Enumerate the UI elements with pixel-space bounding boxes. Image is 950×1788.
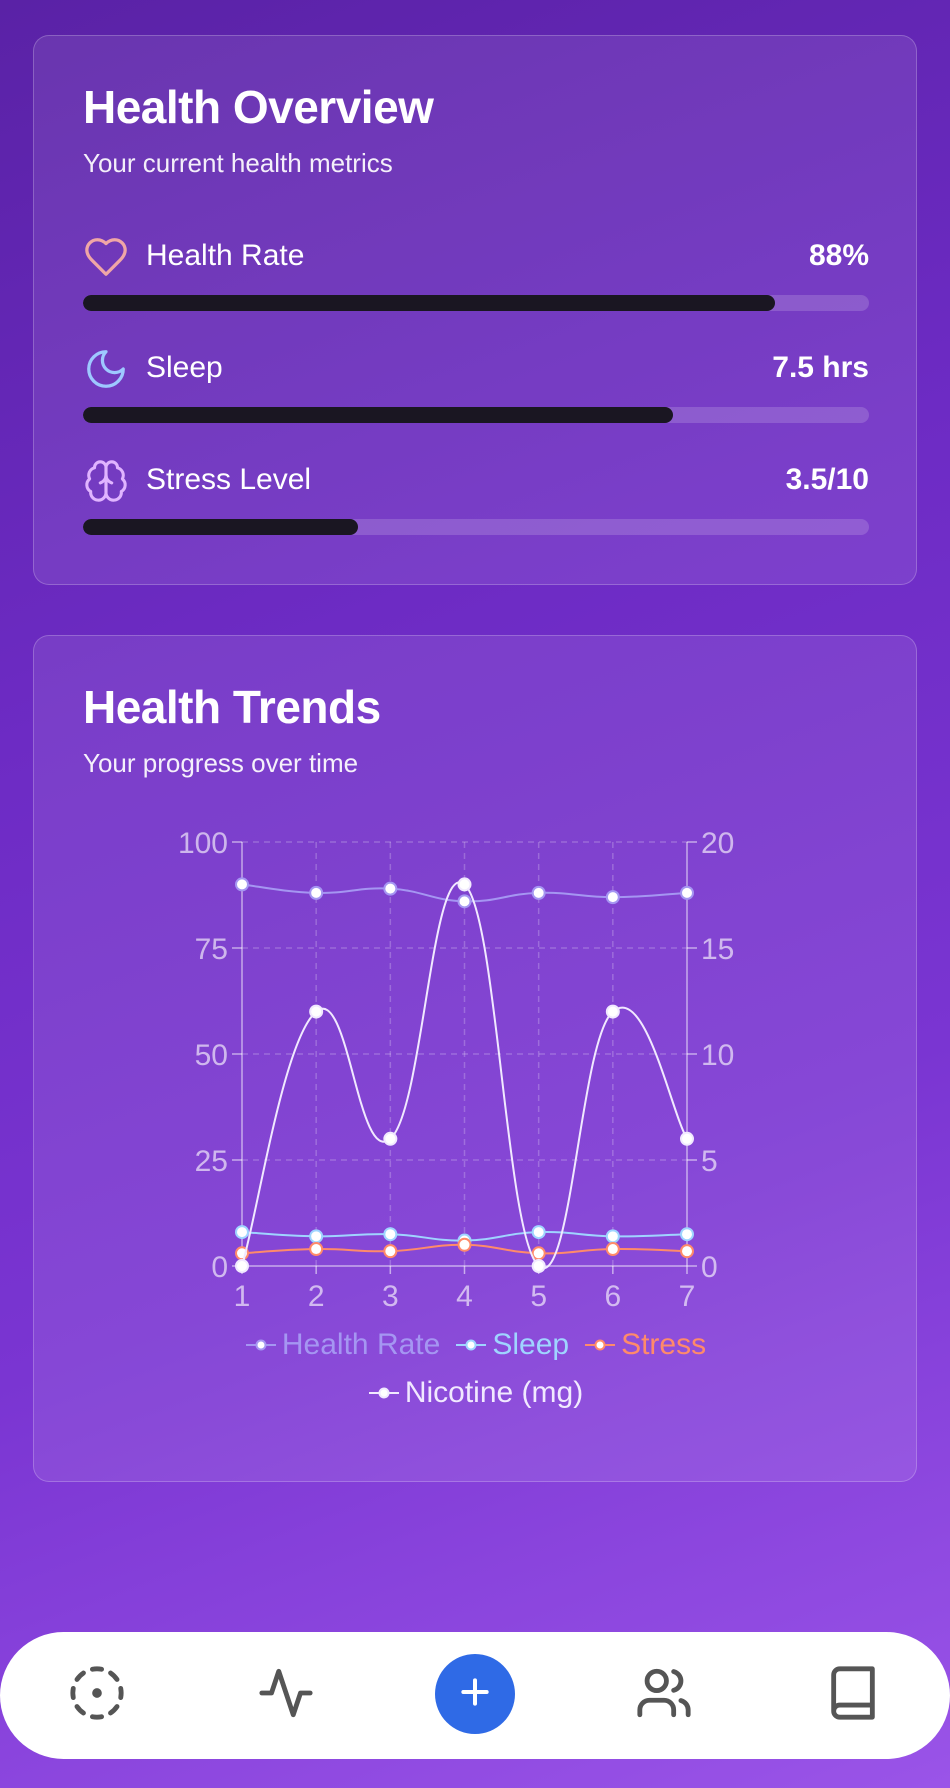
- stress-progress-bar: [83, 519, 869, 535]
- data-point-sleep[interactable]: [605, 1229, 620, 1244]
- data-point-stress[interactable]: [531, 1246, 546, 1261]
- progress-fill: [83, 519, 359, 535]
- progress-fill: [83, 407, 673, 423]
- data-point-nicotine-mg[interactable]: [605, 1004, 620, 1019]
- data-point-health-rate[interactable]: [457, 894, 472, 909]
- y-left-tick-label: 25: [195, 1145, 228, 1178]
- bottom-navigation: [0, 1632, 950, 1759]
- y-right-tick-label: 10: [701, 1039, 734, 1072]
- x-tick-label: 1: [234, 1280, 251, 1313]
- y-left-tick-label: 50: [195, 1039, 228, 1072]
- data-point-sleep[interactable]: [309, 1229, 324, 1244]
- nav-book-button[interactable]: [813, 1655, 893, 1735]
- data-point-stress[interactable]: [457, 1237, 472, 1252]
- activity-icon: [257, 1664, 315, 1727]
- data-point-nicotine-mg[interactable]: [383, 1131, 398, 1146]
- x-tick-label: 7: [679, 1280, 696, 1313]
- metric-label: Stress Level: [146, 463, 312, 496]
- data-point-health-rate[interactable]: [383, 881, 398, 896]
- data-point-sleep[interactable]: [235, 1225, 249, 1240]
- data-point-stress[interactable]: [383, 1244, 398, 1259]
- chart-legend: Health Rate Sleep Stress Nicotine (mg): [34, 1326, 918, 1422]
- metric-value: 88%: [808, 239, 869, 272]
- legend-row: Health Rate Sleep Stress: [34, 1326, 918, 1374]
- y-right-tick-label: 0: [701, 1251, 718, 1284]
- legend-item[interactable]: Stress: [585, 1328, 706, 1362]
- data-point-nicotine-mg[interactable]: [531, 1259, 546, 1273]
- x-tick-label: 4: [456, 1280, 473, 1313]
- legend-item[interactable]: Sleep: [456, 1328, 569, 1362]
- data-point-sleep[interactable]: [531, 1225, 546, 1240]
- metric-sleep: Sleep 7.5 hrs: [83, 346, 869, 436]
- x-tick-label: 5: [530, 1280, 547, 1313]
- y-left-tick-label: 100: [178, 827, 228, 860]
- moon-icon: [83, 346, 129, 392]
- legend-label: Nicotine (mg): [404, 1376, 584, 1409]
- health-overview-card: Health Overview Your current health metr…: [33, 35, 917, 585]
- y-right-tick-label: 20: [701, 827, 734, 860]
- y-left-tick-label: 0: [211, 1251, 228, 1284]
- metric-label: Health Rate: [146, 239, 305, 272]
- metric-label: Sleep: [146, 351, 223, 384]
- y-left-tick-label: 75: [195, 933, 228, 966]
- dashed-circle-icon: [68, 1664, 126, 1727]
- data-point-nicotine-mg[interactable]: [457, 877, 472, 892]
- data-point-health-rate[interactable]: [235, 877, 249, 892]
- data-point-stress[interactable]: [605, 1242, 620, 1257]
- plus-icon: [455, 1672, 495, 1717]
- nav-users-button[interactable]: [624, 1655, 704, 1735]
- x-tick-label: 3: [382, 1280, 399, 1313]
- data-point-stress[interactable]: [680, 1244, 694, 1259]
- nav-dashed-circle-button[interactable]: [57, 1655, 137, 1735]
- data-point-health-rate[interactable]: [680, 885, 694, 900]
- sleep-progress-bar: [83, 407, 869, 423]
- data-point-sleep[interactable]: [383, 1227, 398, 1242]
- x-tick-label: 2: [308, 1280, 325, 1313]
- legend-label: Stress: [621, 1328, 707, 1361]
- x-tick-label: 6: [604, 1280, 621, 1313]
- metric-value: 3.5/10: [785, 463, 869, 496]
- data-point-stress[interactable]: [309, 1242, 324, 1257]
- health-rate-progress-bar: [83, 295, 869, 311]
- heart-icon: [83, 234, 129, 280]
- data-point-health-rate[interactable]: [531, 885, 546, 900]
- overview-subtitle: Your current health metrics: [83, 148, 393, 178]
- data-point-nicotine-mg[interactable]: [309, 1004, 324, 1019]
- data-point-nicotine-mg[interactable]: [235, 1259, 249, 1273]
- health-trends-chart: 0 0 25 5 50 10 75 15 100 20 1 2 3 4 5 6 7: [178, 827, 734, 1313]
- brain-icon: [83, 458, 129, 504]
- data-point-sleep[interactable]: [680, 1227, 694, 1242]
- y-right-tick-label: 15: [701, 933, 734, 966]
- book-icon: [824, 1664, 882, 1727]
- nav-activity-button[interactable]: [246, 1655, 326, 1735]
- data-point-health-rate[interactable]: [605, 890, 620, 905]
- legend-item[interactable]: Health Rate: [245, 1328, 441, 1362]
- legend-marker-icon: [585, 1339, 616, 1351]
- y-right-tick-label: 5: [701, 1145, 718, 1178]
- data-point-health-rate[interactable]: [309, 885, 324, 900]
- legend-marker-icon: [245, 1339, 276, 1351]
- metric-stress-level: Stress Level 3.5/10: [83, 458, 869, 548]
- legend-label: Health Rate: [281, 1328, 441, 1361]
- legend-row: Nicotine (mg): [34, 1374, 918, 1422]
- add-button[interactable]: [435, 1654, 515, 1734]
- metric-health-rate: Health Rate 88%: [83, 234, 869, 324]
- data-point-nicotine-mg[interactable]: [680, 1131, 694, 1146]
- health-trends-card: Health Trends Your progress over time 00…: [33, 635, 917, 1482]
- metric-value: 7.5 hrs: [772, 351, 869, 384]
- overview-title: Health Overview: [83, 81, 434, 133]
- users-icon: [635, 1664, 693, 1727]
- progress-fill: [83, 295, 775, 311]
- legend-marker-icon: [368, 1387, 399, 1399]
- legend-marker-icon: [456, 1339, 487, 1351]
- legend-item[interactable]: Nicotine (mg): [368, 1376, 584, 1410]
- legend-label: Sleep: [492, 1328, 570, 1361]
